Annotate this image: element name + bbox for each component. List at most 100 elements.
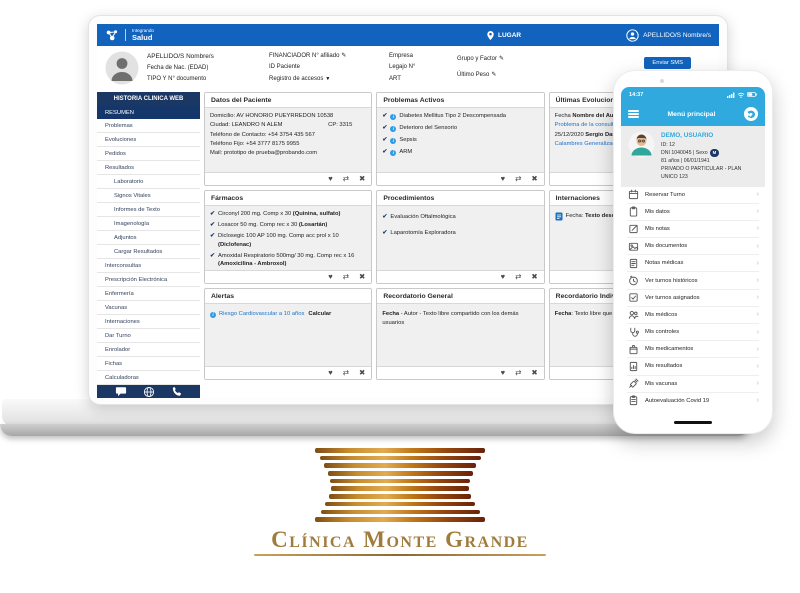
clinic-logo: Clínica Monte Grande	[250, 448, 550, 556]
menu-item-mis-documentos[interactable]: Mis documentos ›	[627, 238, 759, 255]
brand-divider	[125, 29, 126, 41]
menu-item-autoevaluacion-covid[interactable]: Autoevaluación Covid 19 ›	[627, 393, 759, 409]
patient-col-identity: APELLIDO/S Nombre/s Fecha de Nac. (EDAD)…	[147, 51, 269, 86]
swap-icon[interactable]: ⇄	[515, 273, 521, 281]
panel-title: Fármacos	[205, 191, 371, 206]
chevron-right-icon: ›	[757, 208, 759, 215]
globe-icon[interactable]	[143, 386, 155, 398]
phone-home-indicator[interactable]	[674, 421, 712, 425]
battery-icon	[747, 92, 757, 97]
chevron-right-icon: ›	[757, 311, 759, 318]
menu-item-mis-datos[interactable]: Mis datos ›	[627, 204, 759, 221]
sidebar-item-laboratorio[interactable]: Laboratorio	[97, 175, 200, 189]
chat-icon[interactable]	[115, 386, 127, 397]
chevron-right-icon: ›	[757, 329, 759, 336]
menu-item-turnos-historicos[interactable]: Ver turnos históricos ›	[627, 272, 759, 289]
edit-grupo-icon[interactable]: ✎	[499, 52, 504, 68]
document-lines-icon	[627, 258, 639, 269]
registro-accesos-label: Registro de accesos	[269, 74, 323, 85]
sidebar-item-imagenologia[interactable]: Imagenología	[97, 217, 200, 231]
sidebar-item-adjuntos[interactable]: Adjuntos	[97, 231, 200, 245]
menu-item-mis-medicamentos[interactable]: Mis medicamentos ›	[627, 341, 759, 358]
user-menu[interactable]: APELLIDO/S Nombre/s	[626, 29, 711, 42]
panel-title: Procedimientos	[377, 191, 543, 206]
hamburger-menu-icon[interactable]	[628, 108, 639, 119]
ultimo-peso-label: Último Peso	[457, 68, 489, 84]
sidebar-item-evoluciones[interactable]: Evoluciones	[97, 133, 200, 147]
sidebar-item-informes-texto[interactable]: Informes de Texto	[97, 203, 200, 217]
covid-form-icon	[627, 395, 639, 406]
sidebar-item-dar-turno[interactable]: Dar Turno	[97, 329, 200, 343]
info-icon[interactable]: i	[390, 138, 396, 144]
sidebar-item-signos-vitales[interactable]: Signos Vitales	[97, 189, 200, 203]
swap-icon[interactable]: ⇄	[343, 273, 349, 281]
swap-icon[interactable]: ⇄	[343, 369, 349, 377]
sidebar-item-problemas[interactable]: Problemas	[97, 119, 200, 133]
sidebar-item-interconsultas[interactable]: Interconsultas	[97, 259, 200, 273]
menu-item-mis-resultados[interactable]: Mis resultados ›	[627, 358, 759, 375]
menu-item-notas-medicas[interactable]: Notas médicas ›	[627, 255, 759, 272]
favorite-icon[interactable]: ♥	[501, 175, 505, 183]
panel-title: Datos del Paciente	[205, 93, 371, 108]
calcular-action[interactable]: Calcular	[308, 310, 331, 319]
favorite-icon[interactable]: ♥	[501, 369, 505, 377]
edit-financiador-icon[interactable]: ✎	[341, 51, 346, 62]
location-selector[interactable]: LUGAR	[486, 30, 521, 41]
panel-recordatorio-general: Recordatorio General Fecha - Autor - Tex…	[376, 288, 544, 380]
enviar-sms-button[interactable]: Enviar SMS	[644, 57, 691, 69]
menu-item-mis-vacunas[interactable]: Mis vacunas ›	[627, 376, 759, 393]
info-icon[interactable]: i	[210, 312, 216, 318]
syringe-icon	[627, 378, 639, 389]
sidebar-item-pedidos[interactable]: Pedidos	[97, 147, 200, 161]
chevron-right-icon: ›	[757, 260, 759, 267]
riesgo-cardiovascular-link[interactable]: Riesgo Cardiovascular a 10 años	[219, 310, 304, 319]
sidebar-item-resultados[interactable]: Resultados	[97, 161, 200, 175]
favorite-icon[interactable]: ♥	[328, 369, 332, 377]
chevron-down-icon[interactable]: ▼	[325, 75, 330, 85]
sidebar-item-internaciones[interactable]: Internaciones	[97, 315, 200, 329]
close-icon[interactable]: ✖	[359, 273, 365, 281]
sidebar-item-enfermeria[interactable]: Enfermería	[97, 287, 200, 301]
info-icon[interactable]: i	[390, 126, 396, 132]
close-icon[interactable]: ✖	[359, 175, 365, 183]
panel-body: Fecha - Autor - Texto libre compartido c…	[377, 304, 543, 366]
menu-item-mis-notas[interactable]: Mis notas ›	[627, 221, 759, 238]
sidebar-item-fichas[interactable]: Fichas	[97, 357, 200, 371]
close-icon[interactable]: ✖	[359, 369, 365, 377]
panel-body: i Riesgo Cardiovascular a 10 años Calcul…	[205, 304, 371, 366]
clipboard-icon	[627, 206, 639, 217]
phone-status-bar: 14:37	[621, 87, 765, 102]
sidebar-item-resumen[interactable]: RESUMEN	[97, 106, 200, 119]
legajo-label: Legajo N°	[389, 62, 457, 73]
favorite-icon[interactable]: ♥	[328, 273, 332, 281]
panel-body: Domicilio: AV HONORIO PUEYRREDON 10538 C…	[205, 108, 371, 172]
close-icon[interactable]: ✖	[531, 273, 537, 281]
sidebar-item-enrolador[interactable]: Enrolador	[97, 343, 200, 357]
report-chart-icon	[627, 361, 639, 372]
swap-icon[interactable]: ⇄	[515, 175, 521, 183]
menu-item-mis-controles[interactable]: Mis controles ›	[627, 324, 759, 341]
info-icon[interactable]: i	[390, 114, 396, 120]
panel-body: ✔ i Diabetes Mellitus Tipo 2 Descompensa…	[377, 108, 543, 172]
close-icon[interactable]: ✖	[531, 175, 537, 183]
sidebar-item-cargar-resultados[interactable]: Cargar Resultados	[97, 245, 200, 259]
close-icon[interactable]: ✖	[531, 369, 537, 377]
domicilio-line: Domicilio: AV HONORIO PUEYRREDON 10538	[210, 112, 366, 121]
swap-icon[interactable]: ⇄	[515, 369, 521, 377]
phone-icon[interactable]	[171, 386, 182, 397]
sidebar-item-calculadoras[interactable]: Calculadoras	[97, 371, 200, 385]
favorite-icon[interactable]: ♥	[501, 273, 505, 281]
menu-item-turnos-asignados[interactable]: Ver turnos asignados ›	[627, 290, 759, 307]
phone-camera-dot	[660, 79, 664, 83]
edit-peso-icon[interactable]: ✎	[491, 68, 496, 84]
info-icon[interactable]: i	[390, 150, 396, 156]
menu-item-reservar-turno[interactable]: Reservar Turno ›	[627, 187, 759, 204]
menu-item-mis-medicos[interactable]: Mis médicos ›	[627, 307, 759, 324]
swap-icon[interactable]: ⇄	[343, 175, 349, 183]
sidebar-item-prescripcion[interactable]: Prescripción Electrónica	[97, 273, 200, 287]
phone-mockup: 14:37	[613, 70, 773, 434]
sidebar-item-vacunas[interactable]: Vacunas	[97, 301, 200, 315]
sidebar-footer	[97, 385, 200, 398]
patient-name: APELLIDO/S Nombre/s	[147, 51, 269, 63]
favorite-icon[interactable]: ♥	[328, 175, 332, 183]
